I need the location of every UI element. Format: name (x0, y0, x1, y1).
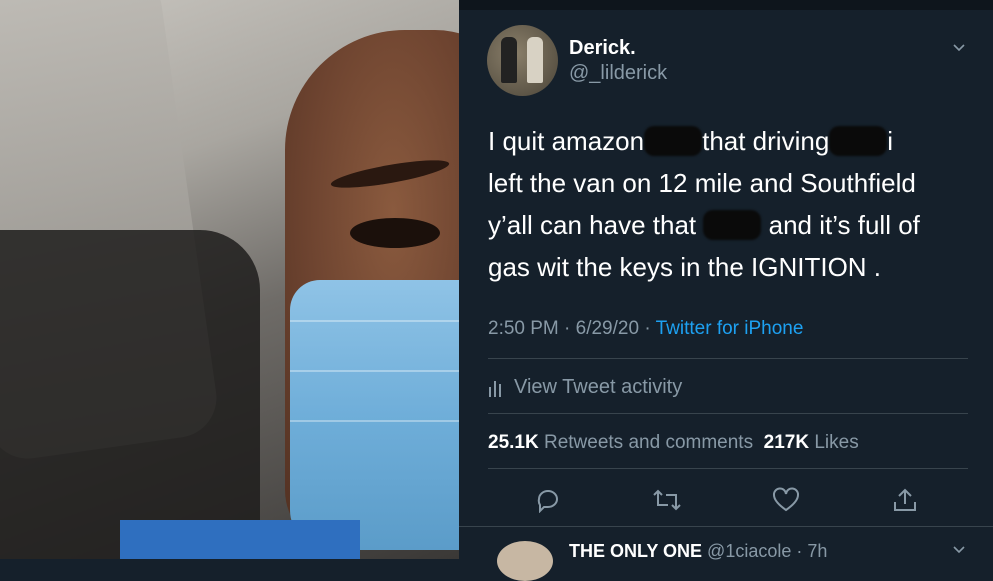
divider (488, 413, 968, 414)
reply-button[interactable] (528, 482, 568, 518)
divider (488, 358, 968, 359)
retweet-icon (653, 489, 681, 511)
tweet-actions (459, 482, 993, 522)
retweet-button[interactable] (647, 482, 687, 518)
retweets-label[interactable]: Retweets and comments (544, 432, 753, 453)
reply-display-name: THE ONLY ONE (569, 541, 703, 561)
divider (488, 468, 968, 469)
tweet-text: I quit amazon that driving i left the van … (488, 120, 968, 288)
engagement-stats: 25.1K Retweets and comments 217K Likes (488, 432, 859, 454)
reply-handle: @1ciacole · 7h (707, 541, 828, 561)
reply-icon (537, 490, 558, 513)
tweet-panel: Derick. @_lilderick I quit amazon that dr… (459, 0, 993, 581)
display-name[interactable]: Derick. (569, 37, 636, 60)
tweet-text-segment: left the van on 12 mile and Southfield (488, 168, 916, 198)
chevron-down-icon[interactable] (953, 544, 965, 556)
username-handle[interactable]: @_lilderick (569, 62, 667, 85)
like-button[interactable] (766, 482, 806, 518)
retweets-count[interactable]: 25.1K (488, 432, 539, 453)
tweet-text-segment: y’all can have that (488, 210, 697, 240)
tweet-meta: 2:50 PM · 6/29/20 · Twitter for iPhone (488, 318, 803, 340)
likes-count[interactable]: 217K (764, 432, 809, 453)
status-bar (459, 0, 993, 10)
avatar[interactable] (487, 25, 558, 96)
bar-chart-icon (489, 380, 501, 397)
share-button[interactable] (885, 482, 925, 518)
like-icon (773, 487, 799, 512)
tweet-text-segment: that driving (702, 126, 830, 156)
tweet-text-segment: gas wit the keys in the IGNITION . (488, 252, 882, 282)
view-activity-button[interactable]: View Tweet activity (488, 376, 682, 399)
activity-label: View Tweet activity (514, 376, 683, 398)
tweet-timestamp: 2:50 PM · 6/29/20 · (488, 318, 651, 339)
likes-label[interactable]: Likes (814, 432, 858, 453)
selfie-photo (0, 0, 459, 559)
reply-item[interactable]: THE ONLY ONE @1ciacole · 7h (459, 526, 993, 581)
tweet-text-segment: and it’s full of (768, 210, 920, 240)
tweet-source-link[interactable]: Twitter for iPhone (656, 318, 804, 339)
redaction (703, 210, 762, 240)
chevron-down-icon[interactable] (953, 42, 965, 54)
tweet-text-segment: I quit amazon (488, 126, 645, 156)
redaction (644, 126, 703, 156)
avatar[interactable] (497, 541, 553, 581)
redaction (829, 126, 888, 156)
share-icon (894, 488, 916, 511)
tweet-text-segment: i (887, 126, 894, 156)
